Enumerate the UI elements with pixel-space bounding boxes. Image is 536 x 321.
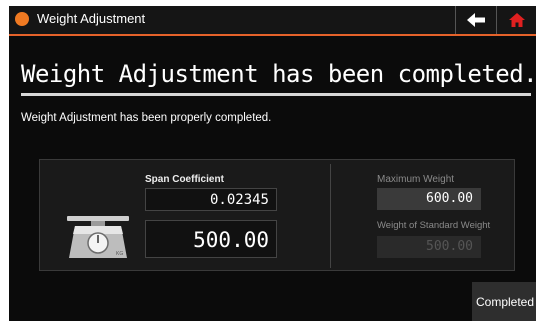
adjustment-panel: KG Span Coefficient 0.02345 500.00 Maxim…: [39, 159, 515, 271]
page-title: Weight Adjustment has been completed.: [21, 60, 536, 88]
home-button[interactable]: [496, 6, 536, 34]
title-bar: Weight Adjustment: [9, 6, 536, 36]
maximum-weight-label: Maximum Weight: [377, 174, 455, 185]
scale-icon-text: KG: [116, 251, 123, 257]
weighing-scale-icon: KG: [67, 216, 129, 258]
arrow-left-icon: [467, 13, 485, 27]
span-coefficient-label: Span Coefficient: [145, 174, 224, 185]
standard-weight-field: 500.00: [377, 236, 481, 258]
maximum-weight-field: 600.00: [377, 188, 481, 210]
span-coefficient-field: 0.02345: [145, 188, 277, 211]
status-message: Weight Adjustment has been properly comp…: [21, 112, 272, 124]
title-divider: [21, 93, 531, 96]
home-icon: [509, 13, 525, 27]
back-button[interactable]: [455, 6, 496, 34]
app-screen: Weight Adjustment Weight Adjustment has …: [9, 6, 536, 321]
completed-button[interactable]: Completed: [472, 282, 536, 321]
status-dot-icon: [15, 12, 29, 26]
weight-display: 500.00: [145, 220, 277, 258]
window-title: Weight Adjustment: [37, 11, 146, 26]
panel-divider: [330, 164, 331, 268]
standard-weight-label: Weight of Standard Weight: [377, 220, 491, 231]
